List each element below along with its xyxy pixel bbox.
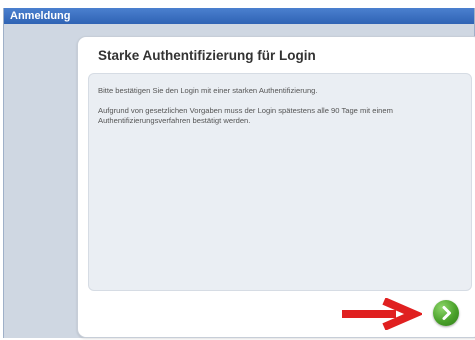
dialog-title: Starke Authentifizierung für Login <box>98 48 316 63</box>
window-title: Anmeldung <box>10 10 71 22</box>
auth-dialog-card: Starke Authentifizierung für Login Bitte… <box>77 36 475 338</box>
red-arrow-right-icon <box>342 298 422 330</box>
next-button[interactable] <box>433 300 459 326</box>
chevron-right-icon <box>442 306 451 320</box>
info-text-legal-requirement: Aufgrund von gesetzlichen Vorgaben muss … <box>98 106 393 125</box>
info-text-login-confirm: Bitte bestätigen Sie den Login mit einer… <box>98 86 318 95</box>
window-titlebar: Anmeldung <box>4 8 474 24</box>
dialog-content: Bitte bestätigen Sie den Login mit einer… <box>88 73 472 291</box>
